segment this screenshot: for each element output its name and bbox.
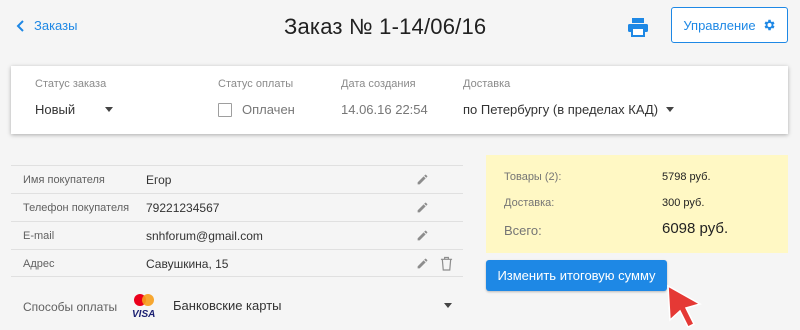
manage-label: Управление [683,17,756,33]
goods-label: Товары (2): [504,171,562,183]
row-value: snhforum@gmail.com [146,229,263,243]
row-value: Савушкина, 15 [146,257,229,271]
payment-method-select[interactable]: Способы оплаты VISA Банковские карты [11,290,463,322]
paid-checkbox[interactable] [218,102,232,117]
table-row: E-mail snhforum@gmail.com [11,221,463,249]
row-label: Адрес [23,258,55,270]
back-label: Заказы [34,18,78,33]
mouse-cursor-icon [667,284,702,329]
row-label: Телефон покупателя [23,202,130,214]
pencil-icon[interactable] [416,229,429,242]
payment-method-label: Способы оплаты [23,300,118,314]
chevron-down-icon [444,303,452,308]
pencil-icon[interactable] [416,257,429,270]
row-value: 79221234567 [146,201,220,215]
paid-checkbox-group[interactable]: Оплачен [218,102,295,117]
svg-text:VISA: VISA [132,309,155,319]
order-status-value: Новый [35,102,76,117]
delivery-select[interactable]: по Петербургу (в пределах КАД) [463,102,675,117]
table-row: Адрес Савушкина, 15 [11,249,463,277]
pencil-icon[interactable] [416,173,429,186]
delivery-cost-value: 300 руб. [662,197,705,209]
chevron-down-icon [105,107,114,112]
delivery-value: по Петербургу (в пределах КАД) [463,102,659,117]
delivery-label: Доставка [463,78,511,90]
trash-icon[interactable] [440,256,453,271]
order-status-card: Статус заказа Новый Статус оплаты Оплаче… [11,66,788,134]
delivery-cost-label: Доставка: [504,197,555,209]
payment-status-label: Статус оплаты [218,78,294,90]
total-value: 6098 руб. [662,220,729,237]
row-label: E-mail [23,230,55,242]
order-summary: Товары (2): 5798 руб. Доставка: 300 руб.… [486,155,788,253]
row-label: Имя покупателя [23,174,105,186]
chevron-down-icon [666,107,675,112]
top-bar: Заказы Заказ № 1-14/06/16 Управление [0,0,800,55]
paid-label: Оплачен [242,102,295,117]
payment-cards-icon: VISA [132,294,155,319]
manage-button[interactable]: Управление [671,7,788,43]
change-total-button[interactable]: Изменить итоговую сумму [486,260,667,291]
table-row: Телефон покупателя 79221234567 [11,193,463,221]
customer-info-table: Имя покупателя Егор Телефон покупателя 7… [11,165,463,277]
payment-method-value: Банковские карты [173,298,282,313]
page-title: Заказ № 1-14/06/16 [284,14,487,39]
created-date-value: 14.06.16 22:54 [341,102,428,117]
pencil-icon[interactable] [416,201,429,214]
order-status-label: Статус заказа [35,78,107,90]
created-date-label: Дата создания [341,78,416,90]
gear-icon [764,19,775,31]
order-status-select[interactable]: Новый [35,102,114,117]
back-link[interactable]: Заказы [16,18,77,33]
chevron-left-icon [16,19,24,32]
row-value: Егор [146,173,172,187]
goods-value: 5798 руб. [662,171,711,183]
printer-icon[interactable] [627,17,649,37]
total-label: Всего: [504,223,542,238]
table-row: Имя покупателя Егор [11,165,463,193]
